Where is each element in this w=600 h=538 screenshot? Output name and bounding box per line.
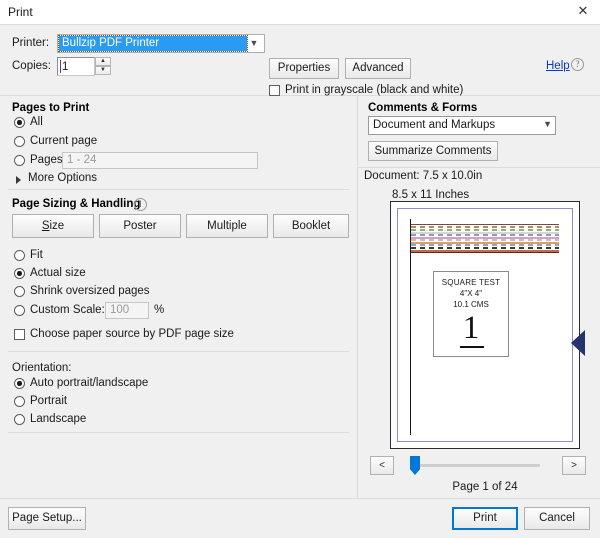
previous-page-button[interactable]: <	[370, 456, 394, 475]
copies-input[interactable]: 1	[57, 57, 95, 76]
preview-line-1: SQUARE TEST	[441, 278, 501, 287]
spinner-up-icon[interactable]: ▲	[95, 57, 111, 66]
printer-label: Printer:	[12, 37, 50, 49]
radio-pages-indicator[interactable]	[14, 155, 25, 166]
radio-actual-size-indicator[interactable]	[14, 268, 25, 279]
radio-all-label: All	[30, 116, 43, 128]
paper-source-label: Choose paper source by PDF page size	[30, 328, 234, 340]
quantity-stepper[interactable]: ▲ ▼	[95, 57, 111, 76]
printer-select[interactable]: Bullzip PDF Printer ▼	[57, 34, 265, 53]
chevron-down-icon[interactable]: ▼	[246, 36, 262, 51]
preview-page: SQUARE TEST 4"X 4" 10.1 CMS 1	[397, 208, 585, 442]
radio-portrait-label: Portrait	[30, 395, 68, 407]
vertical-divider	[357, 96, 358, 498]
close-icon[interactable]: ✕	[568, 0, 598, 22]
triangle-right-icon	[16, 176, 21, 184]
preview-stripe-block	[411, 224, 559, 253]
preview-square-test-box: SQUARE TEST 4"X 4" 10.1 CMS 1	[433, 271, 509, 357]
section-divider-3	[8, 432, 349, 433]
print-button[interactable]: Print	[452, 507, 518, 530]
comments-forms-title: Comments & Forms	[368, 102, 478, 114]
pages-to-print-title: Pages to Print	[12, 102, 90, 114]
preview-line-3: 10.1 CMS	[453, 300, 489, 309]
summarize-comments-button[interactable]: Summarize Comments	[368, 141, 498, 161]
radio-fit-label: Fit	[30, 249, 43, 261]
help-link[interactable]: Help	[546, 60, 570, 72]
radio-all-indicator[interactable]	[14, 117, 25, 128]
radio-shrink-label: Shrink oversized pages	[30, 285, 150, 297]
print-preview: SQUARE TEST 4"X 4" 10.1 CMS 1	[390, 201, 585, 449]
chevron-down-icon[interactable]: ▼	[543, 119, 552, 129]
paper-size-label: 8.5 x 11 Inches	[392, 189, 470, 201]
radio-actual-size-label: Actual size	[30, 267, 86, 279]
booklet-button[interactable]: Booklet	[273, 214, 349, 238]
radio-portrait-indicator[interactable]	[14, 396, 25, 407]
document-size-label: Document: 7.5 x 10.0in	[364, 170, 483, 182]
paper-source-checkbox[interactable]	[14, 329, 25, 340]
window-title-bar: Print ✕	[0, 0, 600, 24]
radio-landscape-indicator[interactable]	[14, 414, 25, 425]
section-divider-4	[358, 167, 600, 168]
grayscale-checkbox[interactable]	[269, 85, 280, 96]
custom-scale-input[interactable]: 100	[105, 302, 149, 319]
radio-auto-indicator[interactable]	[14, 378, 25, 389]
poster-button[interactable]: Poster	[99, 214, 181, 238]
dialog-footer: Page Setup... Print Cancel	[0, 498, 600, 538]
more-options-label: More Options	[28, 172, 98, 184]
printer-selected-value: Bullzip PDF Printer	[58, 35, 248, 52]
copies-label: Copies:	[12, 60, 51, 72]
page-slider-track[interactable]	[410, 464, 540, 467]
preview-number-underline	[460, 346, 484, 348]
page-setup-button[interactable]: Page Setup...	[8, 507, 86, 530]
window-title: Print	[8, 5, 33, 19]
radio-current-page-indicator[interactable]	[14, 136, 25, 147]
spinner-down-icon[interactable]: ▼	[95, 66, 111, 75]
preview-page-number: 1	[462, 310, 480, 346]
radio-current-page-label: Current page	[30, 135, 98, 147]
radio-custom-scale-indicator[interactable]	[14, 305, 25, 316]
radio-custom-scale-label: Custom Scale:	[30, 304, 105, 316]
next-page-button[interactable]: >	[562, 456, 586, 475]
multiple-button[interactable]: Multiple	[186, 214, 268, 238]
text-caret	[60, 60, 61, 73]
triangle-left-marker-icon	[571, 330, 585, 356]
radio-fit-indicator[interactable]	[14, 250, 25, 261]
radio-landscape-label: Landscape	[30, 413, 87, 425]
page-sizing-title: Page Sizing & Handling	[12, 198, 141, 210]
cancel-button[interactable]: Cancel	[524, 507, 590, 530]
page-indicator: Page 1 of 24	[452, 481, 518, 493]
comments-forms-value: Document and Markups	[373, 119, 496, 131]
orientation-title: Orientation:	[12, 362, 72, 374]
printer-panel: Printer: Bullzip PDF Printer ▼ Copies: 1…	[0, 24, 600, 114]
section-divider-1	[8, 189, 349, 190]
radio-auto-label: Auto portrait/landscape	[30, 377, 149, 389]
radio-shrink-indicator[interactable]	[14, 286, 25, 297]
percent-symbol: %	[154, 304, 165, 316]
advanced-button[interactable]: Advanced	[345, 58, 411, 79]
preview-line-2: 4"X 4"	[459, 289, 483, 298]
section-divider-2	[8, 351, 349, 352]
question-mark-icon[interactable]: ?	[571, 58, 584, 71]
radio-pages-label: Pages	[30, 154, 63, 166]
size-button[interactable]: Size	[12, 214, 94, 238]
copies-value: 1	[62, 61, 69, 73]
properties-button[interactable]: Properties	[269, 58, 339, 79]
pages-range-input[interactable]: 1 - 24	[62, 152, 258, 169]
comments-forms-select[interactable]: Document and Markups ▼	[368, 116, 556, 135]
grayscale-label: Print in grayscale (black and white)	[285, 84, 464, 96]
info-icon[interactable]: Ⅰ	[134, 198, 147, 211]
